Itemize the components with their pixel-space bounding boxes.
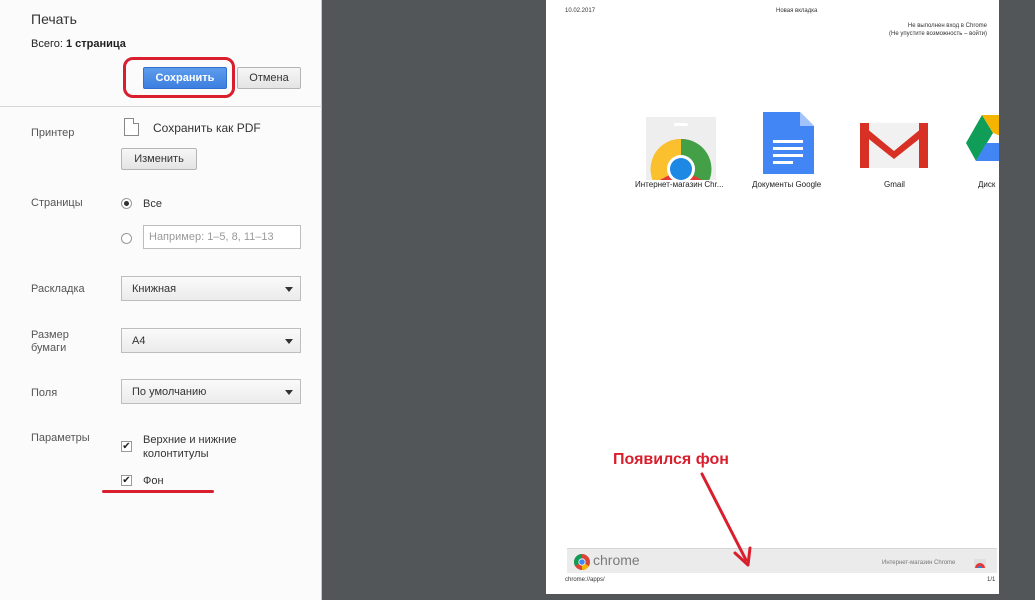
save-highlight-ring — [123, 57, 235, 98]
layout-label: Раскладка — [31, 283, 85, 295]
pages-range-input[interactable]: Например: 1–5, 8, 11–13 — [143, 225, 301, 249]
annotation-text: Появился фон — [613, 451, 729, 468]
chrome-webstore-icon — [646, 117, 716, 180]
pages-all-label: Все — [143, 198, 162, 210]
pdf-document-icon — [124, 118, 139, 136]
paper-size-select[interactable]: А4 — [121, 328, 301, 353]
layout-value: Книжная — [132, 283, 177, 295]
footer-brand: chrome — [593, 552, 640, 568]
signin-line-2: (Не упустите возможность – войти) — [889, 31, 987, 37]
header-date: 10.02.2017 — [565, 8, 596, 14]
margins-label: Поля — [31, 387, 58, 399]
footer-store-label: Интернет-магазин Chrome — [882, 560, 956, 566]
paper-size-value: А4 — [132, 335, 146, 347]
background-label: Фон — [143, 475, 164, 487]
pages-label: Страницы — [31, 197, 83, 209]
page-number: 1/1 — [987, 577, 996, 583]
signin-line-1: Не выполнен вход в Chrome — [907, 23, 987, 29]
page-count-label: Всего: — [31, 38, 63, 50]
print-preview-page: 10.02.2017 Новая вкладка Не выполнен вхо… — [546, 0, 999, 594]
google-docs-icon — [763, 112, 814, 174]
dropdown-arrow-icon — [285, 390, 293, 395]
paper-size-label: Размер бумаги — [31, 329, 69, 354]
annotation-arrow-icon — [700, 472, 752, 567]
tile-label: Интернет-магазин Chr... — [635, 180, 724, 189]
dropdown-arrow-icon — [285, 287, 293, 292]
webstore-small-icon — [974, 559, 986, 568]
google-drive-icon — [966, 115, 999, 161]
layout-select[interactable]: Книжная — [121, 276, 301, 301]
cancel-button[interactable]: Отмена — [237, 67, 301, 89]
options-label: Параметры — [31, 432, 90, 444]
printer-value: Сохранить как PDF — [153, 121, 261, 135]
margins-select[interactable]: По умолчанию — [121, 379, 301, 404]
tile-label: Gmail — [884, 180, 905, 189]
pages-all-radio[interactable] — [121, 198, 132, 209]
header-title: Новая вкладка — [776, 8, 818, 14]
headers-footers-checkbox[interactable]: ✔ — [121, 441, 132, 452]
chrome-logo-icon — [574, 554, 590, 570]
footer-background-band: chrome Интернет-магазин Chrome — [567, 548, 997, 573]
gmail-icon — [860, 123, 928, 168]
printer-label: Принтер — [31, 127, 75, 139]
page-count-value: 1 страница — [65, 38, 126, 50]
margins-value: По умолчанию — [132, 386, 207, 398]
page-title: Печать — [31, 11, 77, 27]
page-count: Всего: 1 страница — [31, 38, 126, 50]
headers-footers-label: Верхние и нижние колонтитулы — [143, 434, 237, 460]
background-underline — [102, 490, 214, 493]
tile-label: Документы Google — [752, 180, 822, 189]
dropdown-arrow-icon — [285, 339, 293, 344]
background-checkbox[interactable]: ✔ — [121, 475, 132, 486]
pages-custom-radio[interactable] — [121, 233, 132, 244]
change-printer-button[interactable]: Изменить — [121, 148, 197, 170]
footer-url: chrome://apps/ — [565, 577, 605, 583]
tile-label: Диск — [978, 180, 996, 189]
